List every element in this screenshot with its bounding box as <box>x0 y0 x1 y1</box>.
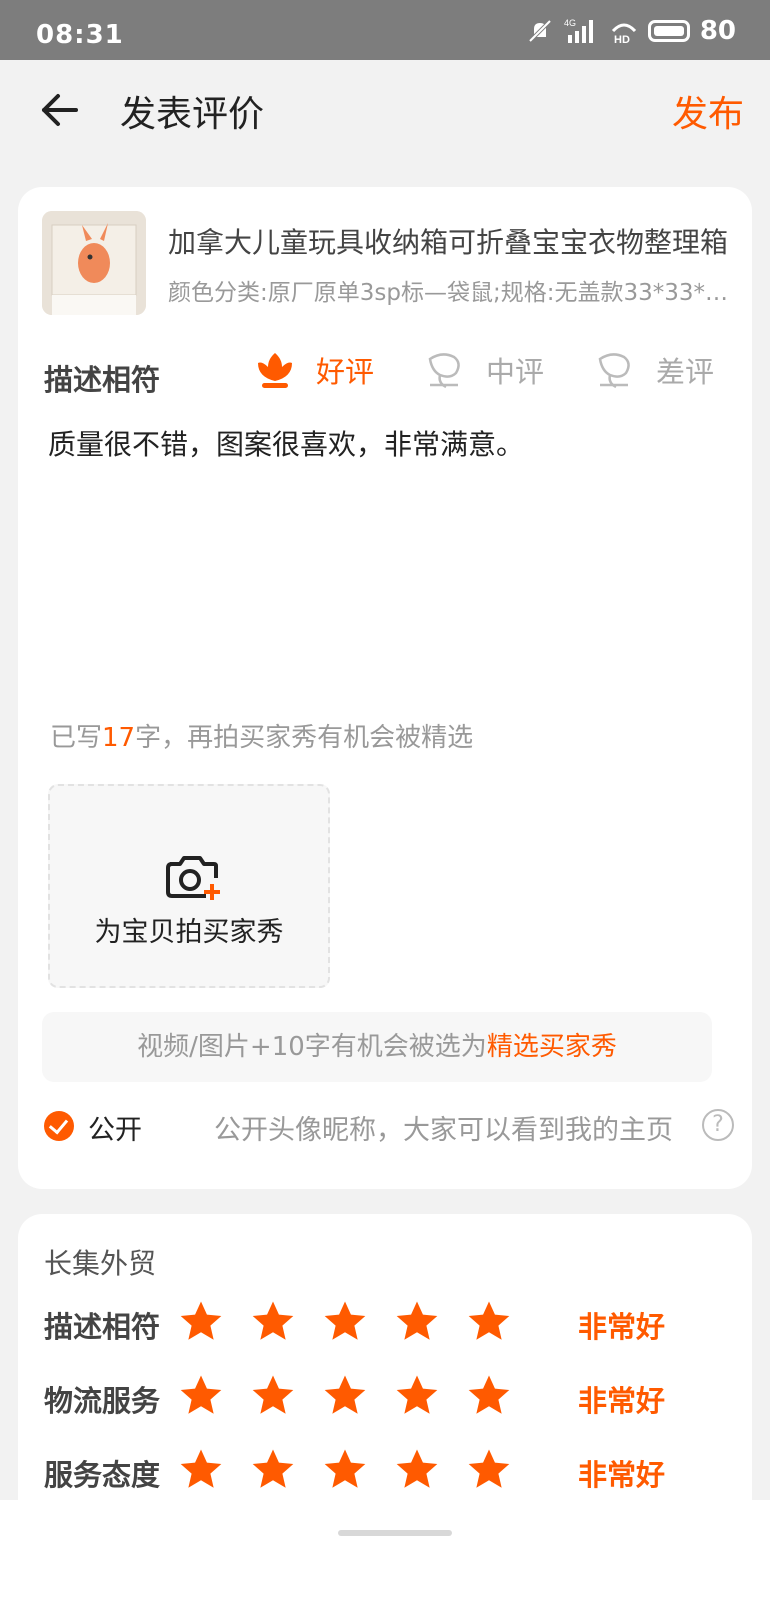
star-rating[interactable] <box>178 1446 512 1492</box>
public-hint: 公开头像昵称，大家可以看到我的主页 <box>214 1115 673 1146</box>
star-rating[interactable] <box>178 1298 512 1344</box>
rating-option-neutral[interactable]: 中评 <box>424 349 544 391</box>
star-icon[interactable] <box>178 1372 224 1418</box>
signal-icon: 4G <box>564 18 593 43</box>
star-icon[interactable] <box>394 1446 440 1492</box>
home-indicator[interactable] <box>338 1530 452 1536</box>
status-icons: 4G HD 80 <box>526 16 736 46</box>
shop-rating-label: 描述相符 <box>44 1310 161 1344</box>
network-type: 4G <box>564 18 576 28</box>
wilted-flower-bad-icon <box>598 353 630 389</box>
star-icon[interactable] <box>322 1446 368 1492</box>
star-rating[interactable] <box>178 1372 512 1418</box>
star-icon[interactable] <box>250 1446 296 1492</box>
mute-bell-icon <box>528 19 552 43</box>
counter-prefix: 已写 <box>50 723 103 753</box>
star-icon[interactable] <box>466 1446 512 1492</box>
star-icon[interactable] <box>178 1298 224 1344</box>
shop-rating-label: 服务态度 <box>44 1458 161 1492</box>
showcase-hint: 视频/图片+10字有机会被选为精选买家秀 <box>42 1012 712 1082</box>
product-spec: 颜色分类:原厂原单3sp标—袋鼠;规格:无盖款33*33*33cm <box>168 280 728 306</box>
star-icon[interactable] <box>466 1372 512 1418</box>
tulip-good-icon <box>258 353 292 388</box>
star-icon[interactable] <box>250 1298 296 1344</box>
showcase-hint-text: 视频/图片+10字有机会被选为 <box>137 1032 487 1062</box>
word-counter: 已写17字，再拍买家秀有机会被精选 <box>50 717 473 754</box>
shop-rating-row: 物流服务 非常好 <box>44 1372 734 1422</box>
status-bar: 08:31 4G HD 80 <box>0 0 770 60</box>
shop-rating-row: 描述相符 非常好 <box>44 1298 734 1348</box>
counter-number: 17 <box>102 723 136 753</box>
public-toggle-row: 公开 公开头像昵称，大家可以看到我的主页 ? <box>44 1107 734 1147</box>
rating-option-good-label: 好评 <box>316 355 375 389</box>
rating-option-good[interactable]: 好评 <box>254 349 374 391</box>
product-image <box>42 211 146 315</box>
rating-option-bad[interactable]: 差评 <box>594 349 714 391</box>
star-icon[interactable] <box>466 1298 512 1344</box>
product-title: 加拿大儿童玩具收纳箱可折叠宝宝衣物整理箱 <box>168 226 728 259</box>
public-checkbox[interactable] <box>44 1111 74 1141</box>
star-icon[interactable] <box>250 1372 296 1418</box>
add-photo-button[interactable]: 为宝贝拍买家秀 <box>48 784 330 988</box>
shop-rating-row: 服务态度 非常好 <box>44 1446 734 1496</box>
status-time: 08:31 <box>36 20 124 50</box>
battery-icon <box>647 20 690 42</box>
counter-suffix: 字，再拍买家秀有机会被精选 <box>135 723 474 753</box>
help-icon[interactable]: ? <box>702 1109 734 1141</box>
product-thumbnail[interactable] <box>42 211 146 315</box>
battery-level: 80 <box>699 16 736 46</box>
back-arrow-icon[interactable] <box>38 88 82 132</box>
rating-option-bad-label: 差评 <box>656 355 715 389</box>
camera-plus-icon <box>166 856 220 900</box>
shop-rating-value: 非常好 <box>578 1310 666 1344</box>
publish-button[interactable]: 发布 <box>672 85 744 137</box>
page-title: 发表评价 <box>120 94 265 135</box>
shop-rating-value: 非常好 <box>578 1458 666 1492</box>
nav-bar: 发表评价 发布 <box>0 60 770 160</box>
bottom-bar <box>0 1500 770 1600</box>
shop-name: 长集外贸 <box>44 1247 157 1280</box>
shop-rating-label: 物流服务 <box>44 1384 161 1418</box>
rating-label: 描述相符 <box>44 363 161 397</box>
showcase-hint-highlight: 精选买家秀 <box>486 1032 617 1062</box>
wilted-flower-neutral-icon <box>428 353 460 389</box>
review-card: 加拿大儿童玩具收纳箱可折叠宝宝衣物整理箱 颜色分类:原厂原单3sp标—袋鼠;规格… <box>18 187 752 1189</box>
star-icon[interactable] <box>322 1372 368 1418</box>
shop-rating-value: 非常好 <box>578 1384 666 1418</box>
star-icon[interactable] <box>178 1446 224 1492</box>
hd-call-icon: HD <box>611 23 636 45</box>
public-label: 公开 <box>88 1115 142 1146</box>
star-icon[interactable] <box>322 1298 368 1344</box>
rating-option-neutral-label: 中评 <box>486 355 545 389</box>
add-photo-label: 为宝贝拍买家秀 <box>94 917 284 948</box>
rating-row: 描述相符 好评 中评 差评 <box>44 347 734 407</box>
review-textarea[interactable]: 质量很不错，图案很喜欢，非常满意。 <box>48 423 524 463</box>
hd-label: HD <box>614 34 630 45</box>
star-icon[interactable] <box>394 1372 440 1418</box>
star-icon[interactable] <box>394 1298 440 1344</box>
